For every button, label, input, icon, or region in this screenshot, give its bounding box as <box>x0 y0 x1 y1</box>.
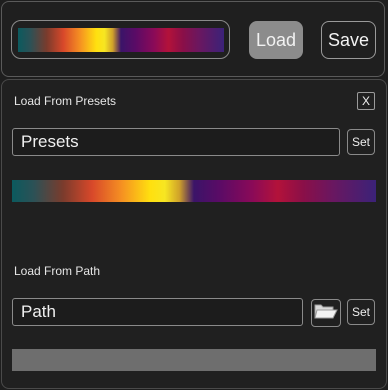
path-set-button[interactable]: Set <box>347 299 375 325</box>
folder-icon <box>314 302 338 325</box>
path-section-title: Load From Path <box>14 264 101 278</box>
path-gradient-preview <box>12 349 376 371</box>
load-panel <box>1 79 387 389</box>
gradient-preview[interactable] <box>11 20 230 59</box>
preset-gradient-preview <box>12 180 376 202</box>
presets-section-title: Load From Presets <box>14 94 117 108</box>
presets-set-button[interactable]: Set <box>347 129 375 155</box>
path-input[interactable]: Path <box>12 298 303 326</box>
close-button[interactable]: X <box>357 92 375 110</box>
save-button[interactable]: Save <box>321 21 376 59</box>
presets-dropdown[interactable]: Presets <box>12 128 340 156</box>
gradient-preview-bar <box>18 28 224 52</box>
browse-folder-button[interactable] <box>311 299 341 327</box>
load-button[interactable]: Load <box>249 21 303 59</box>
